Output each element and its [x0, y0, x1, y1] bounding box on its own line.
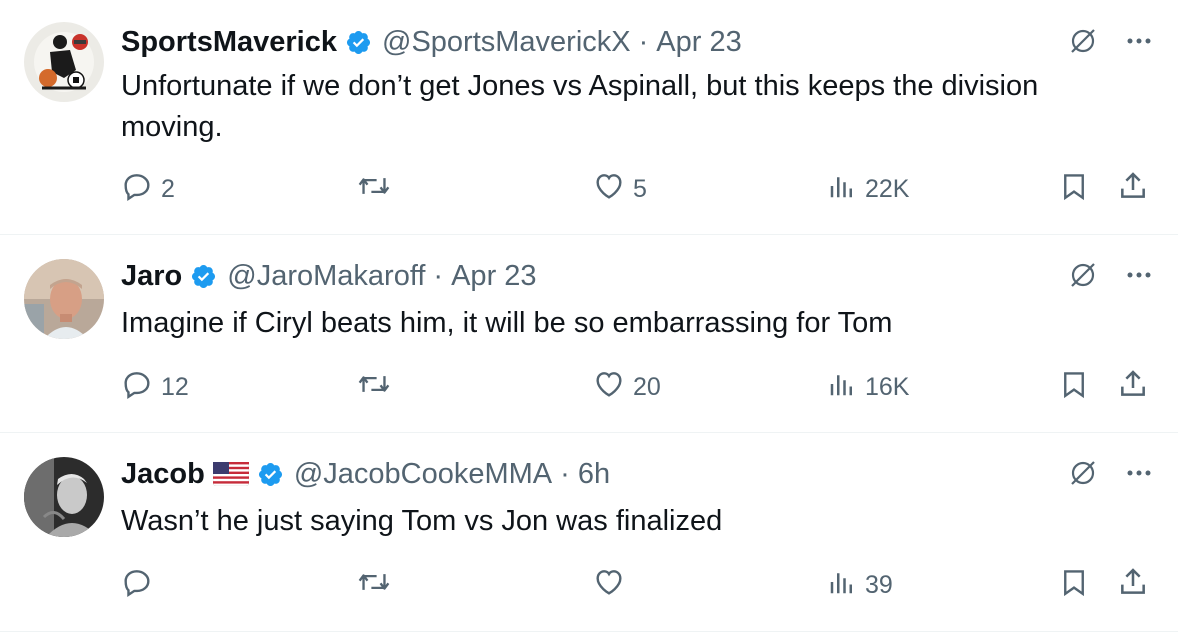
views-count: 22K: [865, 175, 910, 203]
avatar[interactable]: [24, 22, 104, 102]
separator-dot: ·: [560, 457, 570, 490]
bookmark-button[interactable]: [1059, 566, 1089, 605]
user-handle[interactable]: @JaroMakaroff: [227, 260, 425, 293]
bookmark-icon: [1059, 170, 1089, 209]
retweet-button[interactable]: [357, 170, 399, 209]
views-button[interactable]: 22K: [827, 170, 909, 209]
like-count: 20: [633, 373, 661, 401]
share-icon: [1117, 368, 1149, 407]
user-handle[interactable]: @JacobCookeMMA: [294, 458, 552, 491]
share-button[interactable]: [1117, 170, 1149, 209]
separator-dot: ·: [433, 259, 444, 292]
share-button[interactable]: [1117, 368, 1149, 407]
share-icon: [1117, 566, 1149, 605]
tweet-text: Wasn’t he just saying Tom vs Jon was fin…: [121, 505, 723, 537]
views-button[interactable]: 16K: [827, 368, 909, 407]
tweet-top-actions: [1068, 26, 1152, 56]
reply-icon: [121, 170, 153, 209]
more-options-icon[interactable]: [1126, 37, 1152, 45]
share-icon: [1117, 170, 1149, 209]
reply-count: 12: [161, 373, 189, 401]
retweet-icon: [357, 566, 391, 605]
retweet-icon: [357, 368, 391, 407]
like-count: 5: [633, 175, 647, 203]
bookmark-icon: [1059, 566, 1089, 605]
like-button[interactable]: 5: [593, 170, 647, 209]
views-count: 39: [865, 571, 893, 599]
tweet-text: Imagine if Ciryl beats him, it will be s…: [121, 307, 893, 339]
grok-icon[interactable]: [1068, 26, 1098, 56]
views-button[interactable]: 39: [827, 566, 893, 605]
reply-icon: [121, 566, 153, 605]
grok-icon[interactable]: [1068, 260, 1098, 290]
tweet-text: Unfortunate if we don’t get Jones vs Asp…: [121, 70, 1039, 143]
grok-icon[interactable]: [1068, 458, 1098, 488]
more-options-icon[interactable]: [1126, 271, 1152, 279]
display-name[interactable]: SportsMaverick: [121, 26, 337, 59]
tweet-actions: 39: [121, 566, 1154, 606]
more-options-icon[interactable]: [1126, 469, 1152, 477]
tweet-actions: 2 5 22K: [121, 170, 1154, 210]
retweet-button[interactable]: [357, 566, 399, 605]
reply-feed: SportsMaverick @SportsMaverickX · Apr 23…: [0, 0, 1178, 632]
verified-badge-icon: [345, 29, 372, 56]
retweet-icon: [357, 170, 391, 209]
bookmark-button[interactable]: [1059, 170, 1089, 209]
reply-icon: [121, 368, 153, 407]
verified-badge-icon: [257, 461, 284, 488]
timestamp[interactable]: Apr 23: [451, 260, 536, 293]
tweet-header: SportsMaverick @SportsMaverickX · Apr 23: [121, 22, 742, 62]
share-button[interactable]: [1117, 566, 1149, 605]
reply-count: 2: [161, 175, 175, 203]
verified-badge-icon: [190, 263, 217, 290]
tweet-actions: 12 20 16K: [121, 368, 1154, 408]
analytics-icon: [827, 170, 857, 209]
tweet-header: Jaro @JaroMakaroff · Apr 23: [121, 256, 537, 296]
tweet[interactable]: SportsMaverick @SportsMaverickX · Apr 23…: [0, 0, 1178, 235]
analytics-icon: [827, 368, 857, 407]
avatar[interactable]: [24, 259, 104, 339]
tweet[interactable]: Jaro @JaroMakaroff · Apr 23 Imagine if C…: [0, 235, 1178, 433]
tweet[interactable]: Jacob @JacobCookeMMA · 6h Wasn’t he just…: [0, 433, 1178, 632]
avatar[interactable]: [24, 457, 104, 537]
views-count: 16K: [865, 373, 910, 401]
separator-dot: ·: [638, 25, 649, 58]
reply-button[interactable]: 2: [121, 170, 175, 209]
tweet-top-actions: [1068, 458, 1152, 488]
display-name[interactable]: Jacob: [121, 458, 205, 491]
analytics-icon: [827, 566, 857, 605]
reply-button[interactable]: [121, 566, 161, 605]
display-name[interactable]: Jaro: [121, 260, 182, 293]
bookmark-button[interactable]: [1059, 368, 1089, 407]
user-handle[interactable]: @SportsMaverickX: [382, 26, 631, 59]
retweet-button[interactable]: [357, 368, 399, 407]
heart-icon: [593, 368, 625, 407]
heart-icon: [593, 170, 625, 209]
like-button[interactable]: [593, 566, 633, 605]
like-button[interactable]: 20: [593, 368, 661, 407]
heart-icon: [593, 566, 625, 605]
bookmark-icon: [1059, 368, 1089, 407]
tweet-header: Jacob @JacobCookeMMA · 6h: [121, 454, 610, 494]
reply-button[interactable]: 12: [121, 368, 189, 407]
tweet-top-actions: [1068, 260, 1152, 290]
us-flag-icon: [212, 462, 249, 486]
timestamp[interactable]: 6h: [578, 458, 610, 491]
timestamp[interactable]: Apr 23: [656, 26, 741, 59]
